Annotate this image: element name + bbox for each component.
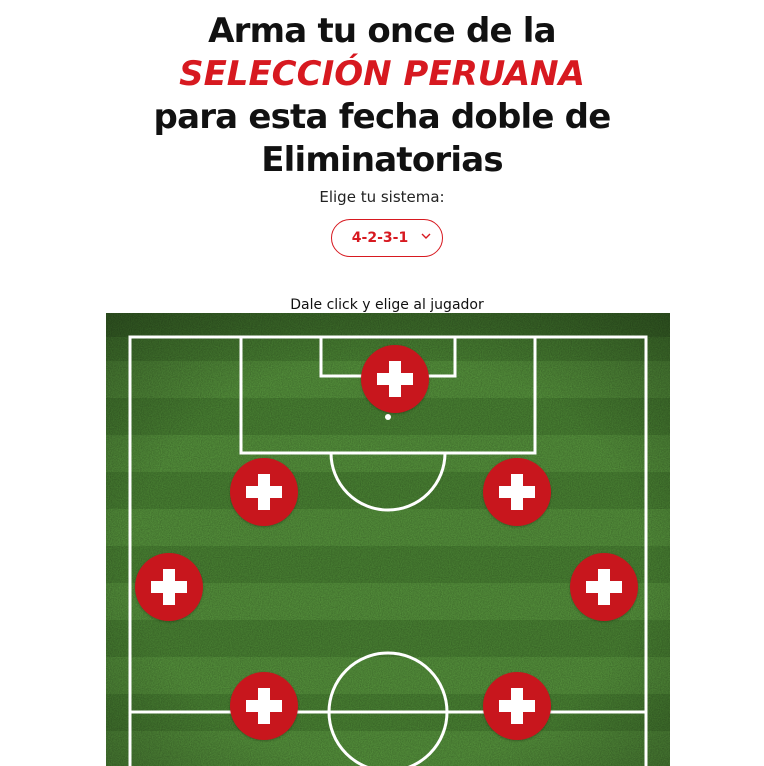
formation-select[interactable]: 4-2-3-1: [331, 219, 443, 257]
soccer-field: [106, 313, 670, 766]
player-slot-center-back-left[interactable]: [230, 458, 298, 526]
plus-icon-bar: [163, 569, 175, 605]
plus-icon-bar: [598, 569, 610, 605]
chevron-down-icon: [421, 233, 431, 239]
player-slot-center-back-right[interactable]: [483, 458, 551, 526]
player-slot-right-back[interactable]: [570, 553, 638, 621]
title-accent: SELECCIÓN PERUANA: [179, 54, 585, 94]
plus-icon-bar: [258, 688, 270, 724]
player-slot-left-back[interactable]: [135, 553, 203, 621]
player-slot-goalkeeper[interactable]: [361, 345, 429, 413]
player-slot-defensive-mid-left[interactable]: [230, 672, 298, 740]
plus-icon-bar: [389, 361, 401, 397]
player-slot-defensive-mid-right[interactable]: [483, 672, 551, 740]
page-title: Arma tu once de la SELECCIÓN PERUANA par…: [0, 10, 764, 182]
title-line-1: Arma tu once de la: [208, 11, 556, 51]
plus-icon-bar: [511, 474, 523, 510]
title-line-4: Eliminatorias: [261, 140, 503, 180]
title-line-3: para esta fecha doble de: [153, 97, 612, 137]
plus-icon-bar: [511, 688, 523, 724]
system-label: Elige tu sistema:: [319, 188, 445, 206]
field-hint: Dale click y elige al jugador: [290, 297, 484, 313]
lineup-builder: Arma tu once de la SELECCIÓN PERUANA par…: [0, 0, 764, 766]
formation-value: 4-2-3-1: [351, 230, 409, 246]
plus-icon-bar: [258, 474, 270, 510]
